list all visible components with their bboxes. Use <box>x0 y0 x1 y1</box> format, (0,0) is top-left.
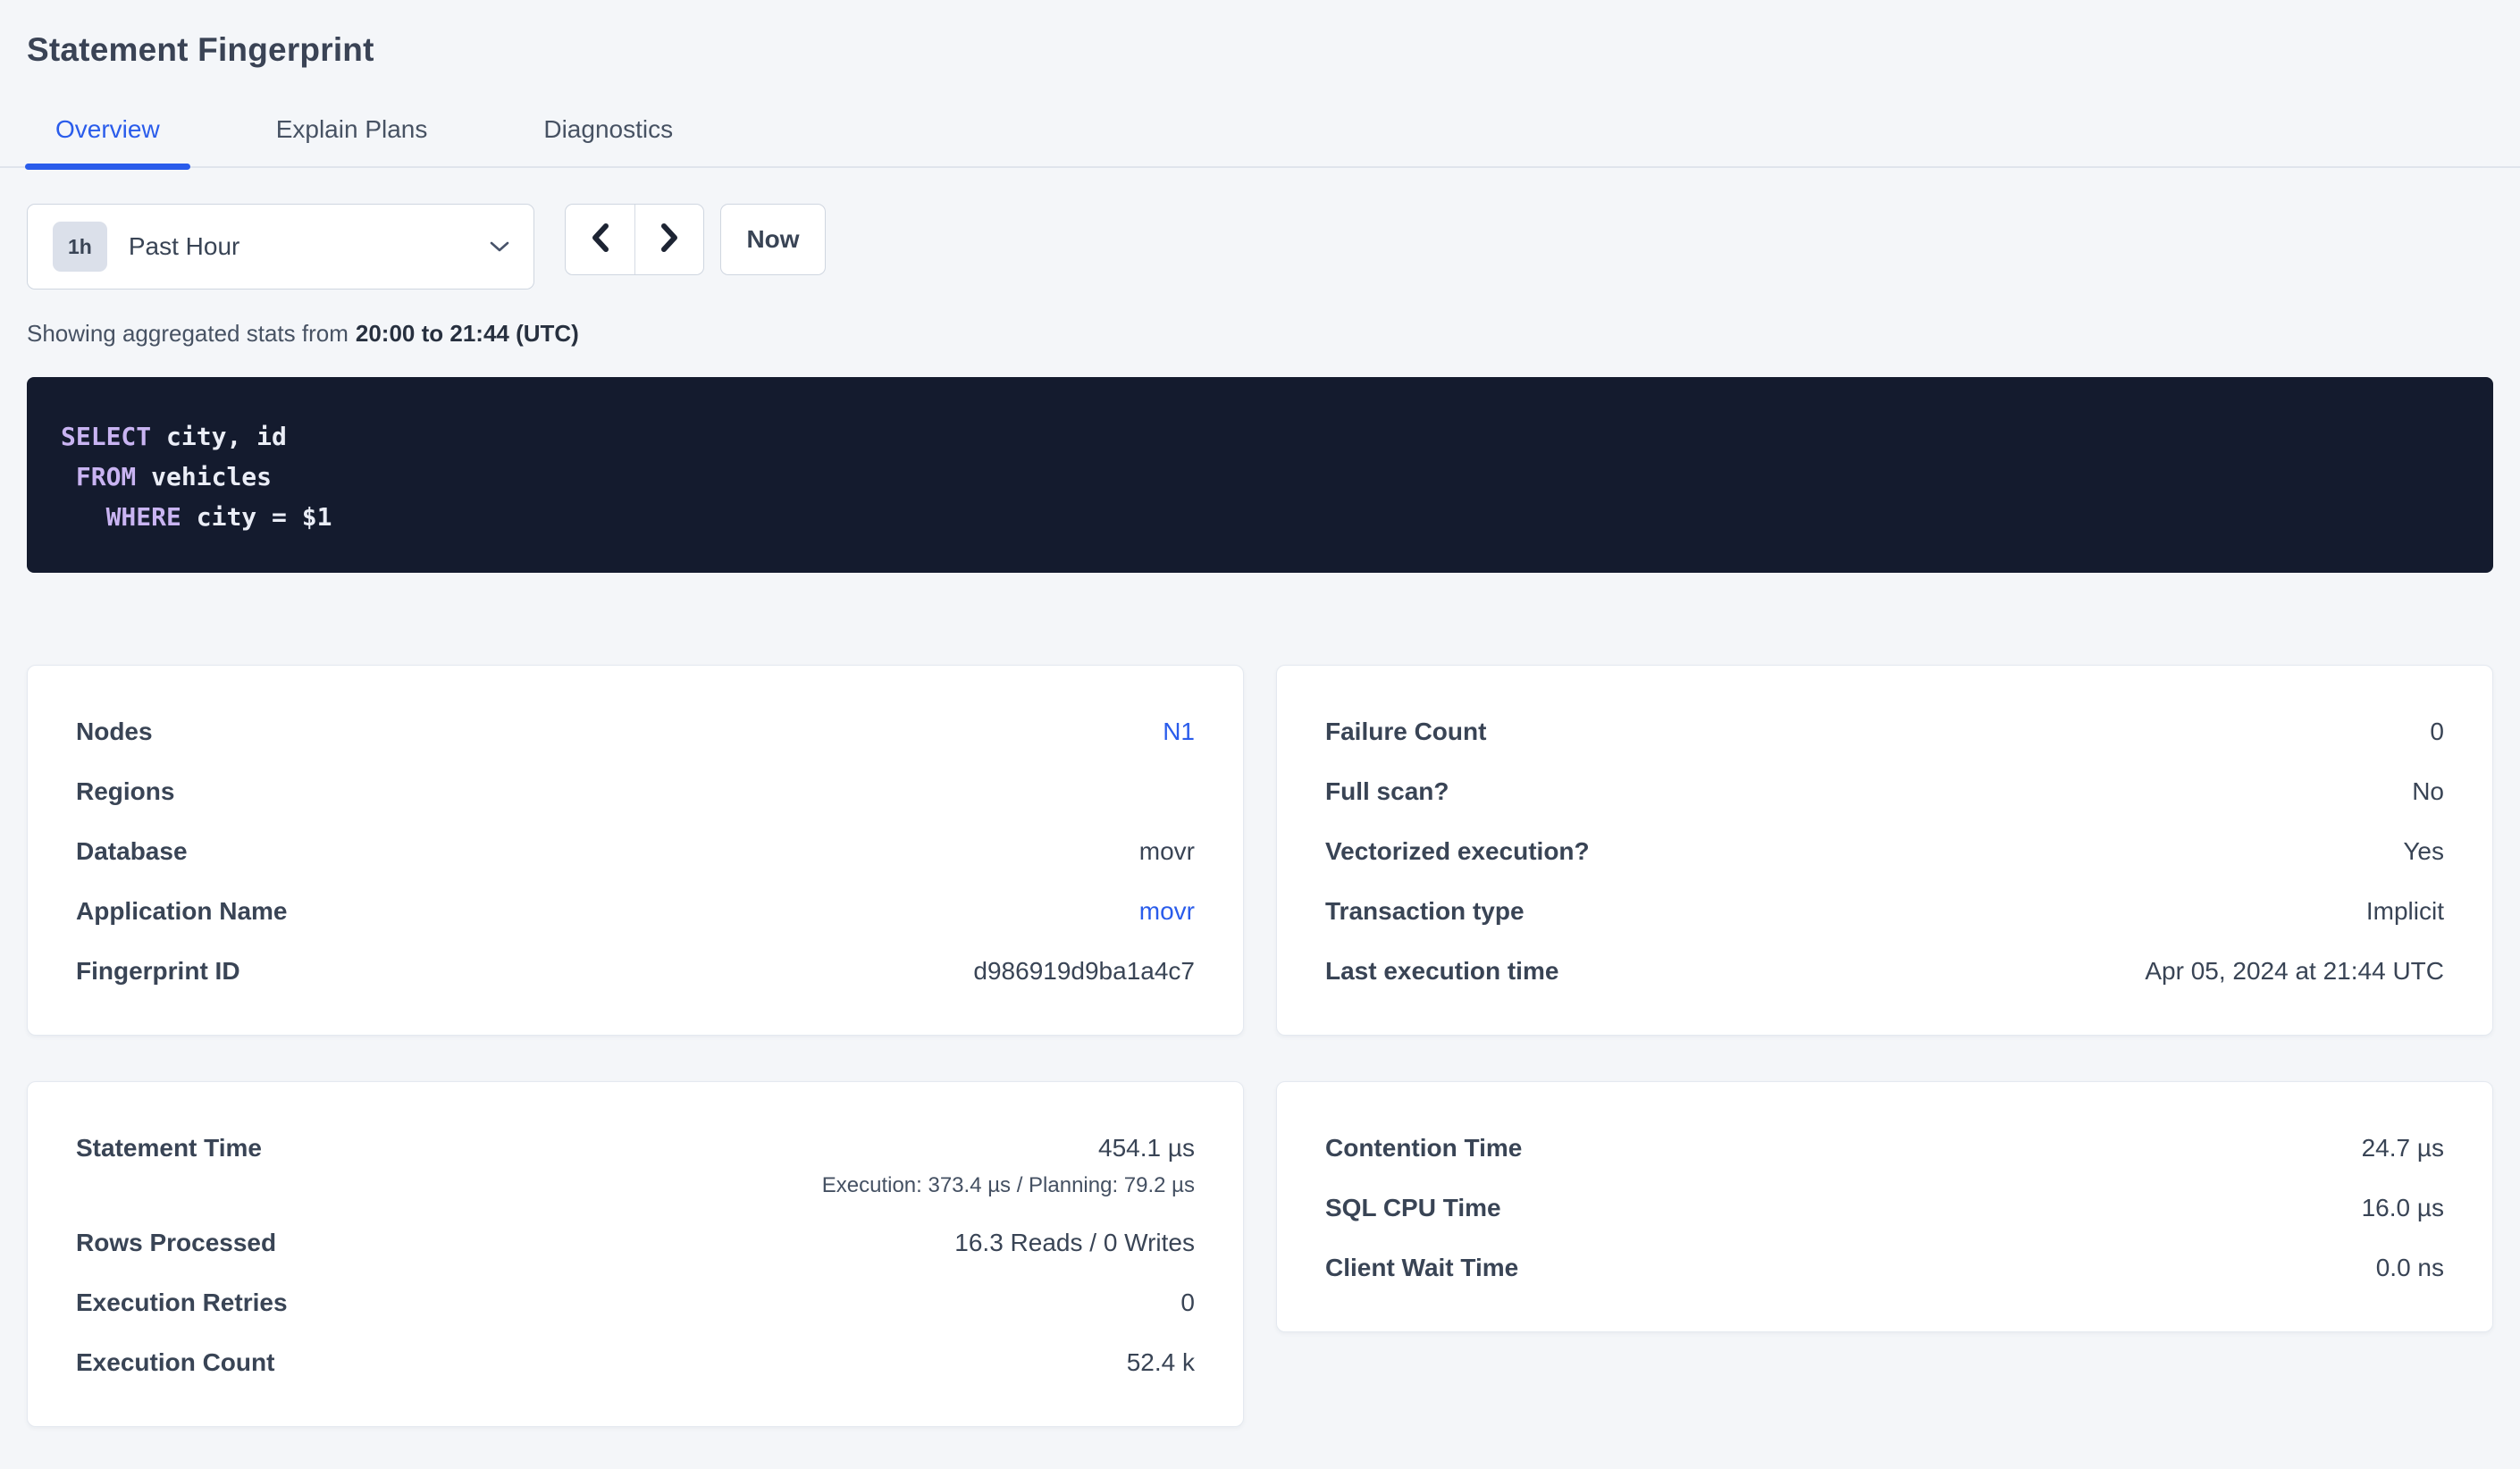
row-last-execution-time: Last execution time Apr 05, 2024 at 21:44… <box>1325 941 2444 1001</box>
row-execution-retries-value: 0 <box>1180 1282 1195 1322</box>
tab-explain-plans[interactable]: Explain Plans <box>246 114 458 166</box>
now-button[interactable]: Now <box>720 204 826 275</box>
row-client-wait-time: Client Wait Time 0.0 ns <box>1325 1238 2444 1297</box>
row-full-scan-value: No <box>2412 771 2444 811</box>
row-sql-cpu-time-value: 16.0 µs <box>2362 1188 2444 1228</box>
time-range-dropdown[interactable]: 1h Past Hour <box>27 204 534 290</box>
row-client-wait-time-value: 0.0 ns <box>2376 1247 2444 1288</box>
sql-text: vehicles <box>136 462 272 491</box>
row-nodes-value-link[interactable]: N1 <box>1163 711 1195 751</box>
row-execution-retries: Execution Retries 0 <box>76 1272 1195 1332</box>
time-picker-controls: 1h Past Hour Now <box>27 204 2493 290</box>
row-regions: Regions <box>76 761 1195 821</box>
row-failure-count: Failure Count 0 <box>1325 701 2444 761</box>
row-nodes-label: Nodes <box>76 711 180 751</box>
row-database-value: movr <box>1139 831 1195 871</box>
row-vectorized-execution-label: Vectorized execution? <box>1325 831 1617 871</box>
sql-keyword: SELECT <box>61 422 151 451</box>
row-contention-time-value: 24.7 µs <box>2362 1128 2444 1168</box>
chevron-right-icon <box>657 220 682 260</box>
time-range-label: Past Hour <box>129 232 240 261</box>
row-database: Database movr <box>76 821 1195 881</box>
row-contention-time: Contention Time 24.7 µs <box>1325 1118 2444 1178</box>
row-sql-cpu-time: SQL CPU Time 16.0 µs <box>1325 1178 2444 1238</box>
row-execution-retries-label: Execution Retries <box>76 1282 315 1322</box>
row-transaction-type: Transaction type Implicit <box>1325 881 2444 941</box>
row-sql-cpu-time-label: SQL CPU Time <box>1325 1188 1528 1228</box>
row-vectorized-execution-value: Yes <box>2403 831 2444 871</box>
row-statement-time-label: Statement Time <box>76 1128 289 1168</box>
row-statement-time-value: 454.1 µs <box>1098 1128 1195 1168</box>
row-failure-count-label: Failure Count <box>1325 711 1513 751</box>
sql-line: WHERE city = $1 <box>61 497 2459 537</box>
row-vectorized-execution: Vectorized execution? Yes <box>1325 821 2444 881</box>
aggregated-stats-text: Showing aggregated stats from 20:00 to 21… <box>27 319 2493 348</box>
row-transaction-type-value: Implicit <box>2366 891 2444 931</box>
row-last-execution-time-label: Last execution time <box>1325 951 1585 991</box>
row-execution-count: Execution Count 52.4 k <box>76 1332 1195 1392</box>
cards-row-2: Statement Time 454.1 µsExecution: 373.4 µ… <box>27 1081 2493 1427</box>
row-contention-time-label: Contention Time <box>1325 1128 1549 1168</box>
row-database-label: Database <box>76 831 214 871</box>
next-interval-button[interactable] <box>634 205 703 274</box>
sql-text <box>61 502 106 532</box>
row-last-execution-time-value: Apr 05, 2024 at 21:44 UTC <box>2145 951 2444 991</box>
prev-interval-button[interactable] <box>566 205 634 274</box>
row-rows-processed: Rows Processed 16.3 Reads / 0 Writes <box>76 1213 1195 1272</box>
tab-diagnostics[interactable]: Diagnostics <box>513 114 703 166</box>
tab-overview[interactable]: Overview <box>25 114 190 166</box>
row-fingerprint-id-value: d986919d9ba1a4c7 <box>973 951 1195 991</box>
row-nodes: Nodes N1 <box>76 701 1195 761</box>
sql-text: city = $1 <box>181 502 332 532</box>
row-transaction-type-label: Transaction type <box>1325 891 1551 931</box>
sql-text <box>61 462 76 491</box>
row-full-scan: Full scan? No <box>1325 761 2444 821</box>
statement-times-card: Statement Time 454.1 µsExecution: 373.4 µ… <box>27 1081 1244 1427</box>
sql-line: FROM vehicles <box>61 457 2459 497</box>
row-fingerprint-id: Fingerprint ID d986919d9ba1a4c7 <box>76 941 1195 1001</box>
row-rows-processed-value: 16.3 Reads / 0 Writes <box>954 1222 1195 1263</box>
row-application-name-value-link[interactable]: movr <box>1139 891 1195 931</box>
time-interval-badge: 1h <box>53 222 107 272</box>
statement-details-card: NodesN1RegionsDatabasemovrApplication Na… <box>27 665 1244 1036</box>
chevron-left-icon <box>588 220 613 260</box>
row-execution-count-label: Execution Count <box>76 1342 301 1382</box>
row-fingerprint-id-label: Fingerprint ID <box>76 951 267 991</box>
wait-times-card: Contention Time 24.7 µs SQL CPU Time 16.0 µ… <box>1276 1081 2493 1332</box>
cards-row-1: NodesN1RegionsDatabasemovrApplication Na… <box>27 665 2493 1036</box>
sql-text: city, id <box>151 422 287 451</box>
chevron-down-icon <box>489 239 510 254</box>
row-statement-time-subvalue: Execution: 373.4 µs / Planning: 79.2 µs <box>76 1168 1195 1203</box>
sql-keyword: WHERE <box>106 502 181 532</box>
row-regions-label: Regions <box>76 771 201 811</box>
aggregated-stats-prefix: Showing aggregated stats from <box>27 320 349 347</box>
sql-keyword: FROM <box>76 462 136 491</box>
aggregated-stats-range: 20:00 to 21:44 (UTC) <box>356 320 579 347</box>
row-client-wait-time-label: Client Wait Time <box>1325 1247 1545 1288</box>
row-application-name: Application Name movr <box>76 881 1195 941</box>
interval-nav-group <box>565 204 704 275</box>
row-statement-time: Statement Time 454.1 µsExecution: 373.4 µ… <box>76 1118 1195 1213</box>
tab-bar: Overview Explain Plans Diagnostics <box>0 114 2520 168</box>
page-title: Statement Fingerprint <box>27 30 2520 70</box>
row-full-scan-label: Full scan? <box>1325 771 1475 811</box>
row-rows-processed-label: Rows Processed <box>76 1222 303 1263</box>
row-application-name-label: Application Name <box>76 891 314 931</box>
execution-attributes-card: Failure Count 0 Full scan? No Vectorized exe… <box>1276 665 2493 1036</box>
row-execution-count-value: 52.4 k <box>1127 1342 1195 1382</box>
sql-statement-box: SELECT city, id FROM vehicles WHERE city… <box>27 377 2493 573</box>
row-failure-count-value: 0 <box>2430 711 2444 751</box>
sql-line: SELECT city, id <box>61 416 2459 457</box>
